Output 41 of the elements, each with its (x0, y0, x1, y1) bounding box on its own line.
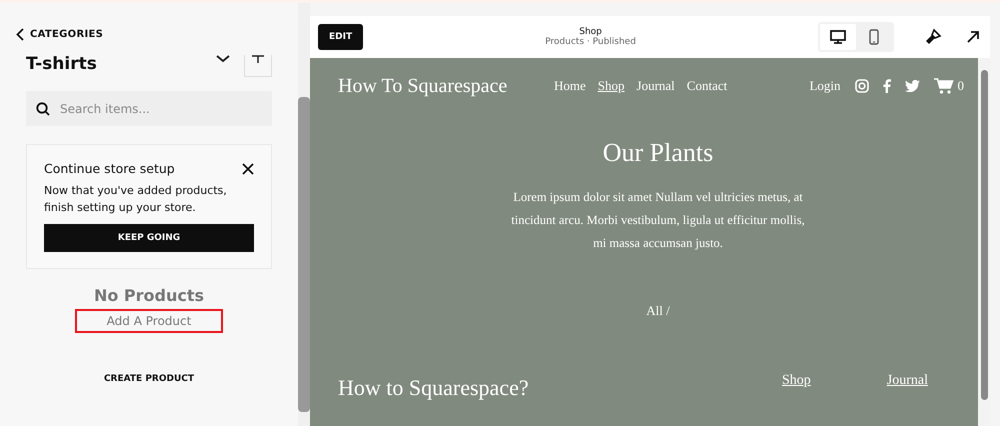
categories-link[interactable]: CATEGORIES (30, 29, 104, 40)
page-status: Products · Published (545, 37, 636, 47)
back-chevron-icon[interactable] (16, 28, 24, 41)
category-heading: T-shirts (26, 55, 97, 76)
monitor-icon (830, 30, 846, 44)
footer-link[interactable]: Journal (886, 373, 928, 401)
login-link[interactable]: Login (809, 78, 840, 94)
nav-link[interactable]: Contact (686, 78, 728, 94)
keep-going-button[interactable]: KEEP GOING (44, 224, 254, 252)
scrollbar[interactable] (298, 3, 310, 426)
cart-icon[interactable] (934, 78, 954, 94)
section-heading: Our Plants (602, 138, 714, 168)
nav-link[interactable]: Home (554, 78, 586, 94)
add-product-link[interactable]: Add A Product (75, 309, 223, 333)
paintbrush-icon[interactable] (924, 28, 942, 46)
plus-icon (252, 55, 264, 63)
search-field[interactable]: Search items... (26, 91, 272, 126)
create-product-button[interactable]: CREATE PRODUCT (26, 373, 272, 385)
external-arrow-icon[interactable] (966, 30, 980, 44)
footer-link[interactable]: Shop (782, 373, 811, 401)
facebook-icon[interactable] (882, 79, 890, 93)
instagram-icon[interactable] (854, 79, 868, 93)
close-icon[interactable] (242, 162, 254, 174)
preview-scrollbar[interactable] (978, 58, 990, 426)
add-button[interactable] (244, 55, 272, 77)
twitter-icon[interactable] (904, 80, 920, 92)
cart-count: 0 (958, 78, 964, 94)
page-title: Shop (579, 27, 602, 37)
desktop-view-button[interactable] (820, 24, 856, 50)
nav-link[interactable]: Journal (636, 78, 675, 94)
phone-icon (869, 29, 879, 45)
nav-link[interactable]: Shop (598, 78, 625, 94)
card-title: Continue store setup (44, 161, 175, 176)
empty-title: No Products (92, 286, 206, 305)
footer-title: How to Squarespace? (338, 375, 529, 401)
card-text: Now that you've added products, finish setting up your store. (44, 183, 228, 216)
category-filter[interactable]: All / (338, 303, 978, 319)
chevron-icon[interactable] (216, 55, 230, 63)
site-logo[interactable]: How To Squarespace (338, 74, 554, 98)
edit-button[interactable]: EDIT (318, 24, 364, 50)
intro-paragraph: Lorem ipsum dolor sit amet Nullam vel ultricies metus, at tincidunt arcu. Morbi vestibulum, ligula ut efficitur mollis, mi massa accumsan justo. (510, 189, 806, 252)
